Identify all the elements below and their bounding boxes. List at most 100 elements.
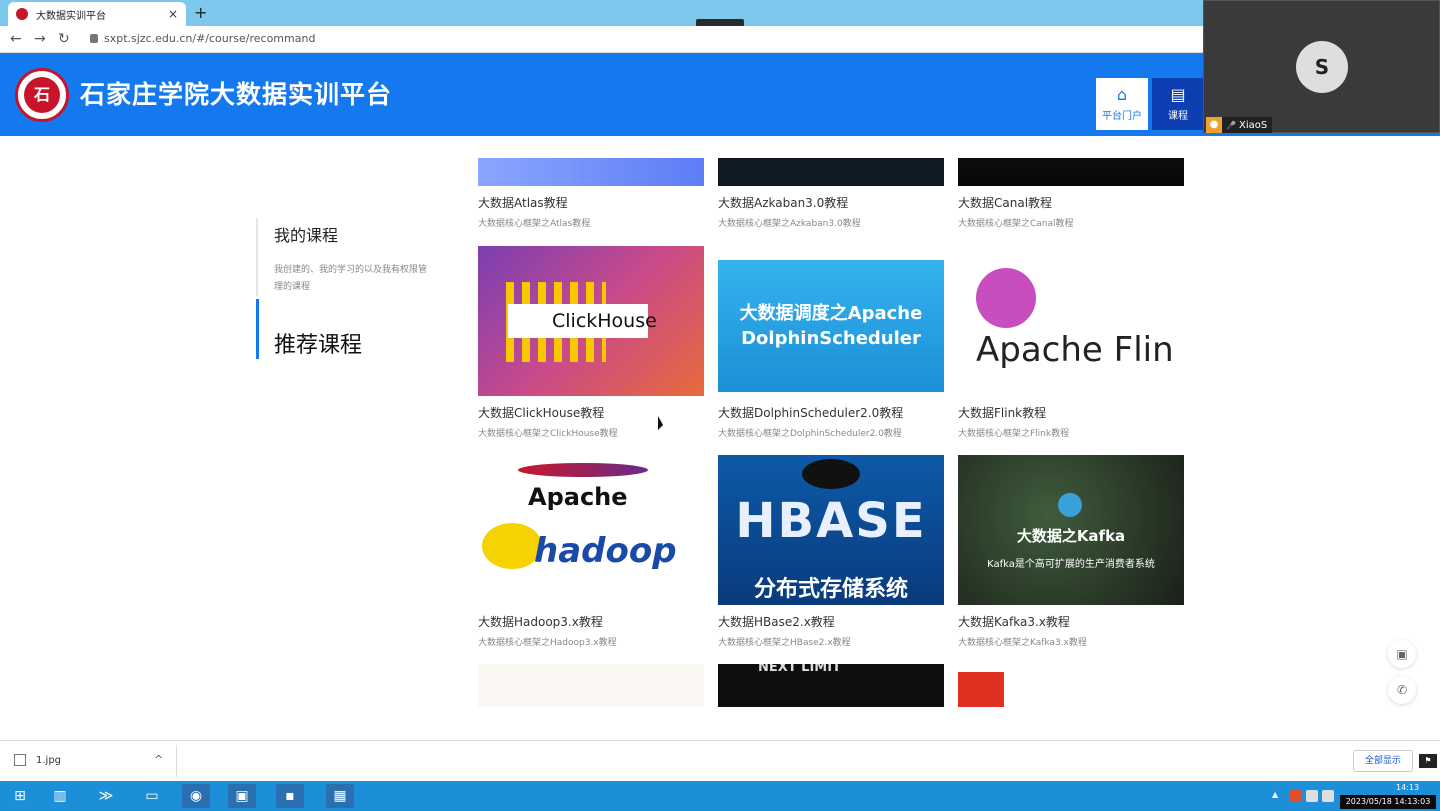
cover-text: 大数据调度之Apache DolphinScheduler xyxy=(739,303,923,349)
course-cover-image xyxy=(958,158,1184,186)
course-title: 大数据Flink教程 xyxy=(958,406,1047,420)
image-file-icon xyxy=(14,754,26,766)
intellij-icon[interactable]: ▪ xyxy=(276,784,304,808)
show-all-button[interactable]: 全部显示 xyxy=(1353,750,1413,772)
tray-network-icon[interactable] xyxy=(1306,790,1318,802)
course-card-canal[interactable]: 大数据Canal教程 大数据核心框架之Canal教程 xyxy=(958,158,1184,229)
url-field[interactable]: sxpt.sjzc.edu.cn/#/course/recommand xyxy=(90,32,315,45)
course-title: 大数据Kafka3.x教程 xyxy=(958,615,1070,629)
close-tab-icon[interactable]: × xyxy=(168,7,178,21)
course-card-atlas[interactable]: 大数据Atlas教程 大数据核心框架之Atlas教程 xyxy=(478,158,704,229)
cover-text: hadoop xyxy=(534,531,677,571)
flag-icon[interactable]: ⚑ xyxy=(1419,754,1437,768)
nav-portal-label: 平台门户 xyxy=(1102,111,1142,122)
tray-app-icon[interactable] xyxy=(1290,790,1302,802)
windows-start-icon[interactable]: ⊞ xyxy=(6,784,34,808)
cover-text: Apache Flin xyxy=(976,330,1174,370)
course-subtitle: 大数据核心框架之Flink教程 xyxy=(958,429,1070,439)
sidebar-recommended-courses[interactable]: 推荐课程 xyxy=(256,299,436,359)
hadoop-elephant-icon xyxy=(482,523,542,569)
site-title: 石家庄学院大数据实训平台 xyxy=(80,80,393,109)
file-explorer-icon[interactable]: ▭ xyxy=(138,784,166,808)
taskbar-datetime[interactable]: 2023/05/18 14:13:03 xyxy=(1340,795,1436,809)
download-item[interactable]: 1.jpg xyxy=(14,754,61,766)
course-title: 大数据ClickHouse教程 xyxy=(478,406,605,420)
course-cover-image xyxy=(478,158,704,186)
chrome-icon[interactable]: ◉ xyxy=(182,784,210,808)
course-card-dolphinscheduler[interactable]: 大数据调度之Apache DolphinScheduler 大数据Dolphin… xyxy=(718,246,944,439)
course-cover-image xyxy=(718,158,944,186)
taskbar-time: 14:13 xyxy=(1396,783,1420,792)
course-subtitle: 大数据核心框架之Kafka3.x教程 xyxy=(958,638,1087,648)
kafka-logo-icon xyxy=(1058,493,1082,517)
course-title: 大数据Hadoop3.x教程 xyxy=(478,615,603,629)
course-card-azkaban[interactable]: 大数据Azkaban3.0教程 大数据核心框架之Azkaban3.0教程 xyxy=(718,158,944,229)
cover-shape xyxy=(958,672,1004,707)
window-app-icon[interactable]: ▣ xyxy=(228,784,256,808)
course-cover-image: HBASE 分布式存储系统 xyxy=(718,455,944,605)
course-subtitle: 大数据核心框架之Hadoop3.x教程 xyxy=(478,638,617,648)
nav-platform-portal[interactable]: ⌂ 平台门户 xyxy=(1096,78,1148,130)
tray-volume-icon[interactable] xyxy=(1322,790,1334,802)
course-subtitle: 大数据核心框架之Azkaban3.0教程 xyxy=(718,219,861,229)
course-subtitle: 大数据核心框架之ClickHouse教程 xyxy=(478,429,618,439)
orca-icon xyxy=(802,459,860,489)
home-icon: ⌂ xyxy=(1116,85,1128,104)
course-cover-image xyxy=(958,664,1184,707)
course-title: 大数据Azkaban3.0教程 xyxy=(718,196,849,210)
my-courses-desc: 我创建的、我的学习的以及我有权限管理的课程 xyxy=(274,265,428,292)
cover-text: HBASE xyxy=(735,493,927,549)
user-icon: ● xyxy=(1206,117,1222,133)
site-favicon-icon xyxy=(16,8,28,20)
nav-course-label: 课程 xyxy=(1168,111,1188,122)
course-card[interactable] xyxy=(958,664,1184,707)
back-button[interactable]: ← xyxy=(10,31,22,47)
mouse-cursor-icon xyxy=(658,416,663,430)
course-card-kafka[interactable]: 大数据之Kafka Kafka是个高可扩展的生产消费者系统 大数据Kafka3.… xyxy=(958,455,1184,648)
course-cover-image: ClickHouse xyxy=(478,246,704,396)
phone-icon[interactable]: ✆ xyxy=(1388,676,1416,704)
app-icon[interactable]: ▦ xyxy=(326,784,354,808)
course-card-clickhouse[interactable]: ClickHouse 大数据ClickHouse教程 大数据核心框架之Click… xyxy=(478,246,704,439)
course-card-flink[interactable]: Apache Flin 大数据Flink教程 大数据核心框架之Flink教程 xyxy=(958,246,1184,439)
video-call-window[interactable]: S ● 🎤 XiaoS xyxy=(1203,0,1440,133)
save-icon[interactable]: ▣ xyxy=(1388,640,1416,668)
participant-name: XiaoS xyxy=(1238,119,1268,131)
browser-tab[interactable]: 大数据实训平台 × xyxy=(8,2,186,26)
course-cover-image: NEXT LIMIT xyxy=(718,664,944,707)
book-icon: ▤ xyxy=(1170,85,1186,104)
cover-text: NEXT LIMIT xyxy=(758,664,841,675)
downloads-bar: 1.jpg ^ 全部显示 ⚑ xyxy=(0,740,1440,780)
cover-text: 分布式存储系统 xyxy=(753,577,908,602)
course-grid: 大数据Atlas教程 大数据核心框架之Atlas教程 大数据Azkaban3.0… xyxy=(478,158,1184,707)
tray-expand-icon[interactable]: ▲ xyxy=(1272,790,1284,802)
course-subtitle: 大数据核心框架之DolphinScheduler2.0教程 xyxy=(718,429,902,439)
recommended-title: 推荐课程 xyxy=(274,333,363,358)
reload-button[interactable]: ↻ xyxy=(58,31,70,47)
chevron-up-icon[interactable]: ^ xyxy=(154,753,163,766)
flink-squirrel-icon xyxy=(976,268,1036,328)
lock-icon xyxy=(90,34,98,43)
divider xyxy=(176,745,177,777)
course-title: 大数据Atlas教程 xyxy=(478,196,568,210)
course-card-hbase[interactable]: HBASE 分布式存储系统 大数据HBase2.x教程 大数据核心框架之HBas… xyxy=(718,455,944,648)
nav-course[interactable]: ▤ 课程 xyxy=(1152,78,1204,130)
url-text: sxpt.sjzc.edu.cn/#/course/recommand xyxy=(104,32,316,45)
course-card[interactable] xyxy=(478,664,704,707)
new-tab-button[interactable]: + xyxy=(194,3,207,22)
sidebar-my-courses[interactable]: 我的课程 我创建的、我的学习的以及我有权限管理的课程 xyxy=(256,218,436,296)
powershell-icon[interactable]: ≫ xyxy=(92,784,120,808)
cover-text: Kafka是个高可扩展的生产消费者系统 xyxy=(987,559,1155,570)
course-subtitle: 大数据核心框架之HBase2.x教程 xyxy=(718,638,851,648)
course-title: 大数据DolphinScheduler2.0教程 xyxy=(718,406,904,420)
participant-label: ● 🎤 XiaoS xyxy=(1206,117,1273,133)
cover-text: ClickHouse xyxy=(508,304,657,338)
course-subtitle: 大数据核心框架之Canal教程 xyxy=(958,219,1074,229)
course-subtitle: 大数据核心框架之Atlas教程 xyxy=(478,219,591,229)
forward-button[interactable]: → xyxy=(34,31,46,47)
server-manager-icon[interactable]: ▥ xyxy=(46,784,74,808)
course-card-hadoop[interactable]: Apache hadoop 大数据Hadoop3.x教程 大数据核心框架之Had… xyxy=(478,455,704,648)
course-cover-image: Apache hadoop xyxy=(478,455,704,605)
course-card[interactable]: NEXT LIMIT xyxy=(718,664,944,707)
microphone-icon: 🎤 xyxy=(1226,120,1236,130)
